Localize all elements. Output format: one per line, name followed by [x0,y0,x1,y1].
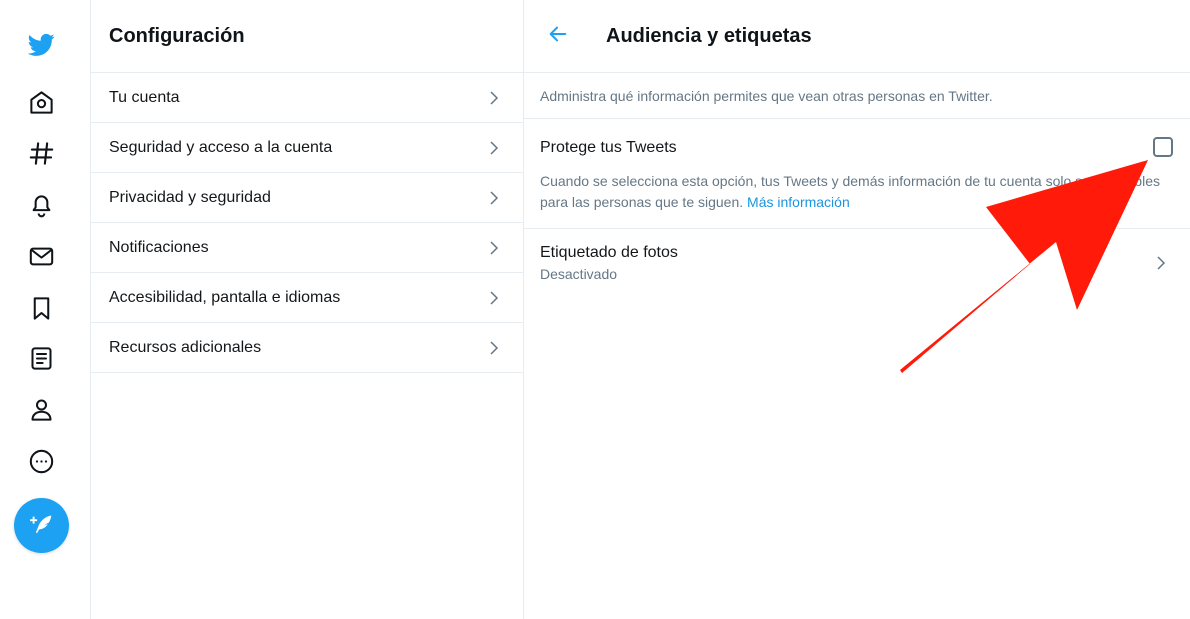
chevron-right-icon [490,240,499,255]
protect-tweets-description: Cuando se selecciona esta opción, tus Tw… [540,171,1166,213]
left-nav [0,0,91,619]
chevron-right-icon [490,140,499,155]
detail-header: Audiencia y etiquetas [524,0,1190,73]
chevron-right-icon [490,90,499,105]
compose-feather-icon [29,515,51,533]
settings-item-label: Seguridad y acceso a la cuenta [109,138,333,156]
more-info-link[interactable]: Más información [747,194,850,210]
settings-item-privacidad[interactable]: Privacidad y seguridad [91,173,523,223]
settings-item-tu-cuenta[interactable]: Tu cuenta [91,73,523,123]
bookmarks-icon[interactable] [25,292,57,324]
chevron-right-icon [490,190,499,205]
settings-item-label: Accesibilidad, pantalla e idiomas [109,288,341,306]
messages-envelope-icon[interactable] [25,240,57,272]
detail-title: Audiencia y etiquetas [606,24,812,47]
detail-column: Audiencia y etiquetas Administra qué inf… [524,0,1190,619]
back-button[interactable] [544,22,572,46]
compose-tweet-button[interactable] [14,498,69,553]
profile-person-icon[interactable] [25,393,57,425]
settings-title: Configuración [109,24,245,47]
home-icon[interactable] [25,86,57,118]
settings-column: Configuración Tu cuenta Seguridad y acce… [91,0,524,619]
protect-tweets-section: Protege tus Tweets Cuando se selecciona … [524,119,1190,229]
explore-hashtag-icon[interactable] [25,137,57,169]
settings-header: Configuración [91,0,523,73]
photo-tagging-row[interactable]: Etiquetado de fotos Desactivado [524,229,1190,301]
twitter-bird-icon[interactable] [25,28,57,60]
photo-tagging-label: Etiquetado de fotos [540,244,678,261]
settings-item-label: Privacidad y seguridad [109,188,271,206]
settings-item-label: Recursos adicionales [109,338,262,356]
settings-item-seguridad[interactable]: Seguridad y acceso a la cuenta [91,123,523,173]
chevron-right-icon [490,340,499,355]
protect-tweets-checkbox[interactable] [1153,137,1173,157]
settings-item-label: Notificaciones [109,238,209,256]
protect-tweets-description-text: Cuando se selecciona esta opción, tus Tw… [540,173,1160,210]
back-arrow-icon [549,26,567,42]
lists-icon[interactable] [25,342,57,374]
protect-tweets-label: Protege tus Tweets [540,139,677,156]
more-options-icon[interactable] [25,445,57,477]
detail-description: Administra qué información permites que … [524,73,1190,119]
settings-item-notificaciones[interactable]: Notificaciones [91,223,523,273]
settings-item-recursos[interactable]: Recursos adicionales [91,323,523,373]
chevron-right-icon [490,290,499,305]
chevron-right-icon [1157,256,1166,270]
settings-item-label: Tu cuenta [109,88,180,106]
photo-tagging-status: Desactivado [540,266,618,282]
notifications-bell-icon[interactable] [25,188,57,220]
settings-item-accesibilidad[interactable]: Accesibilidad, pantalla e idiomas [91,273,523,323]
